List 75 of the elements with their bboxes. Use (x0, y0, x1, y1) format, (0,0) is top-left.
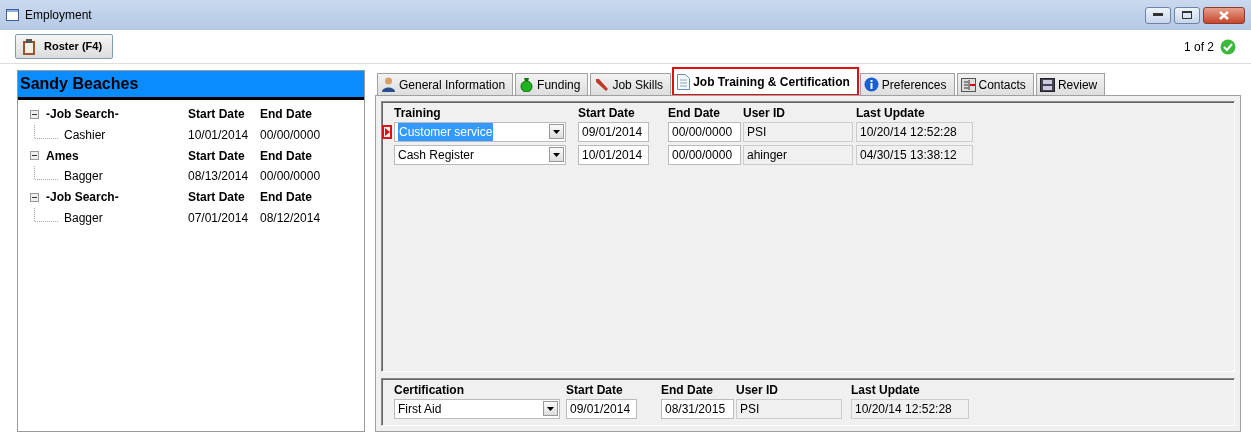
end-date-field[interactable]: 08/31/2015 (661, 398, 734, 419)
column-header: Start Date (188, 106, 246, 124)
column-header: End Date (661, 382, 714, 397)
roster-button[interactable]: Roster (F4) (15, 34, 114, 59)
money-bag-icon (519, 77, 535, 92)
column-header: End Date (260, 189, 313, 207)
employer-name[interactable]: Ames (46, 146, 79, 165)
close-icon (1219, 10, 1229, 20)
end-date: 00/00/0000 (260, 127, 322, 145)
tab[interactable]: Review (1035, 73, 1106, 95)
record-counter: 1 of 2 (1183, 38, 1214, 56)
minimize-icon (1153, 13, 1163, 17)
column-header: End Date (260, 147, 313, 165)
job-title[interactable]: Bagger (64, 208, 103, 227)
start-date-field[interactable]: 10/01/2014 (578, 144, 649, 165)
film-icon (1039, 77, 1055, 92)
end-date-field[interactable]: 00/00/0000 (668, 121, 741, 142)
tab[interactable]: Job Skills (590, 73, 672, 95)
job-title[interactable]: Cashier (64, 126, 106, 145)
tab[interactable]: General Information (377, 73, 514, 95)
last-update-field: 04/30/15 13:38:12 (856, 144, 973, 165)
start-date: 08/13/2014 (188, 168, 250, 186)
tab[interactable]: Job Training & Certification (673, 68, 858, 95)
column-header: Last Update (856, 105, 926, 120)
last-update-field: 10/20/14 12:52:28 (851, 398, 969, 419)
tab[interactable]: Funding (515, 73, 589, 95)
client-name: Sandy Beaches (18, 71, 364, 100)
certification-dropdown[interactable]: First Aid (394, 398, 560, 419)
collapse-icon[interactable] (30, 109, 39, 119)
user-id-field: ahinger (743, 144, 853, 165)
employer-name[interactable]: -Job Search- (46, 188, 119, 207)
tree-connector (34, 207, 60, 222)
end-date-field[interactable]: 00/00/0000 (668, 144, 741, 165)
person-icon (381, 77, 396, 92)
column-header: Start Date (566, 382, 624, 397)
column-header: End Date (668, 105, 721, 120)
certification-header: Certification (394, 382, 465, 397)
employer-name[interactable]: -Job Search- (46, 105, 119, 124)
maximize-button[interactable] (1174, 6, 1200, 24)
training-header: Training (394, 105, 442, 120)
training-dropdown[interactable]: Cash Register (394, 144, 566, 165)
tab[interactable]: Preferences (859, 73, 955, 95)
close-button[interactable] (1203, 6, 1245, 24)
screwdriver-icon (594, 77, 610, 92)
column-header: End Date (260, 106, 313, 124)
end-date: 08/12/2014 (260, 209, 322, 227)
check-icon (1220, 38, 1236, 55)
contacts-icon (960, 77, 976, 92)
window-title: Employment (25, 7, 92, 24)
end-date: 00/00/0000 (260, 168, 322, 186)
column-header: Start Date (188, 189, 246, 207)
column-header: Start Date (188, 147, 246, 165)
job-title[interactable]: Bagger (64, 167, 103, 186)
tab[interactable]: Contacts (956, 73, 1034, 95)
collapse-icon[interactable] (30, 192, 39, 202)
start-date-field[interactable]: 09/01/2014 (566, 398, 637, 419)
start-date-field[interactable]: 09/01/2014 (578, 121, 649, 142)
column-header: Start Date (578, 105, 636, 120)
user-id-field: PSI (743, 121, 853, 142)
column-header: User ID (743, 105, 787, 120)
tree-connector (34, 125, 60, 140)
document-icon (677, 74, 691, 90)
tree-connector (34, 166, 60, 181)
window-icon (6, 9, 19, 21)
collapse-icon[interactable] (30, 151, 39, 161)
clipboard-icon (22, 38, 36, 55)
minimize-button[interactable] (1145, 6, 1171, 24)
start-date: 07/01/2014 (188, 209, 250, 227)
start-date: 10/01/2014 (188, 127, 250, 145)
maximize-icon (1182, 11, 1192, 19)
info-icon (863, 77, 879, 92)
column-header: User ID (736, 382, 780, 397)
last-update-field: 10/20/14 12:52:28 (856, 121, 973, 142)
column-header: Last Update (851, 382, 921, 397)
user-id-field: PSI (736, 398, 842, 419)
